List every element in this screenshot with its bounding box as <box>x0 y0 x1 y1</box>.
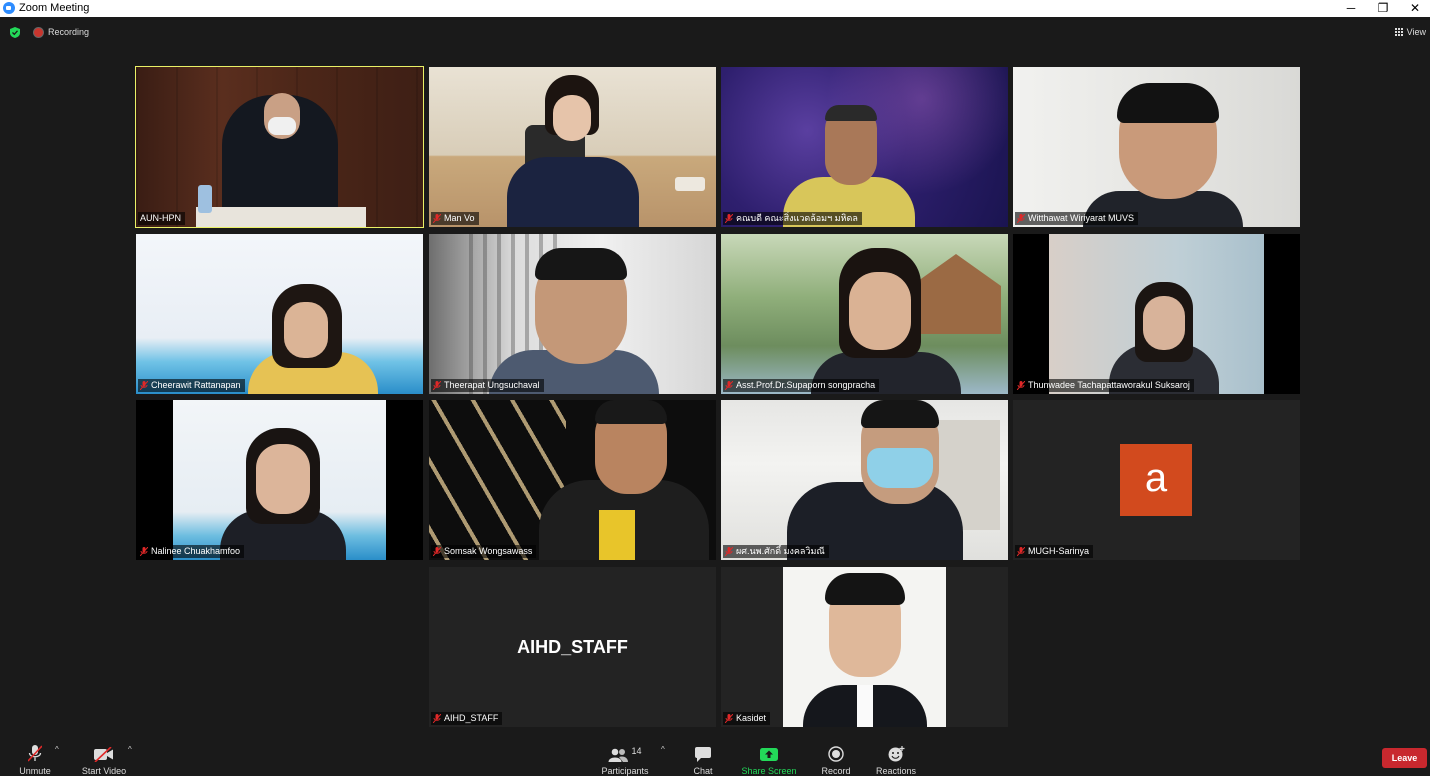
participant-name: Thunwadee Tachapattaworakul Suksaroj <box>1015 379 1194 392</box>
participant-name: Asst.Prof.Dr.Supaporn songpracha <box>723 379 880 392</box>
video-tile[interactable]: ผศ.นพ.ศักดิ์ มงคลวิมณี <box>721 400 1008 560</box>
audio-options-caret-icon[interactable]: ^ <box>55 745 59 754</box>
mic-muted-icon <box>725 547 733 556</box>
mic-muted-icon <box>1017 214 1025 223</box>
record-label: Record <box>821 766 851 776</box>
mic-muted-icon <box>433 714 441 723</box>
participant-avatar: a <box>1120 444 1192 516</box>
participant-name: AIHD_STAFF <box>431 712 503 725</box>
participant-name: Kasidet <box>723 712 771 725</box>
participants-options-caret-icon[interactable]: ^ <box>661 745 665 754</box>
mic-muted-icon <box>725 214 733 223</box>
chat-icon <box>695 747 711 762</box>
video-options-caret-icon[interactable]: ^ <box>128 745 132 754</box>
start-video-button[interactable]: Start Video <box>78 742 130 776</box>
participant-display-name: AIHD_STAFF <box>517 637 628 657</box>
participants-icon <box>608 748 629 762</box>
reactions-smiley-icon <box>888 746 904 762</box>
mic-muted-icon <box>140 547 148 556</box>
mic-muted-icon <box>433 214 441 223</box>
mic-muted-icon <box>433 547 441 556</box>
participants-button[interactable]: 14 Participants <box>598 742 652 776</box>
participant-name: Cheerawit Rattanapan <box>138 379 245 392</box>
reactions-button[interactable]: Reactions <box>874 742 918 776</box>
participant-name: AUN-HPN <box>138 212 186 225</box>
participant-name: Nalinee Chuakhamfoo <box>138 545 245 558</box>
video-tile[interactable]: Witthawat Wiriyarat MUVS <box>1013 67 1300 227</box>
participants-count: 14 <box>631 746 642 756</box>
record-button[interactable]: Record <box>818 742 854 776</box>
grid-view-icon <box>1394 28 1403 36</box>
unmute-button[interactable]: Unmute <box>14 742 56 776</box>
recording-icon <box>34 28 43 37</box>
video-tile[interactable]: Theerapat Ungsuchaval <box>429 234 716 394</box>
record-icon <box>828 746 844 762</box>
microphone-muted-icon <box>28 745 42 762</box>
leave-button[interactable]: Leave <box>1382 748 1427 768</box>
recording-label: Recording <box>48 27 90 37</box>
view-label: View <box>1406 27 1426 37</box>
reactions-label: Reactions <box>875 766 917 776</box>
video-tile[interactable]: Thunwadee Tachapattaworakul Suksaroj <box>1013 234 1300 394</box>
zoom-logo-icon <box>3 2 15 14</box>
start-video-label: Start Video <box>81 766 127 776</box>
video-tile[interactable]: Man Vo <box>429 67 716 227</box>
participants-label: Participants <box>601 766 649 776</box>
video-tile[interactable]: Somsak Wongsawass <box>429 400 716 560</box>
close-button[interactable]: ✕ <box>1400 0 1430 17</box>
window-title-bar: Zoom Meeting ─ ❐ ✕ <box>0 0 1430 17</box>
participant-name: ผศ.นพ.ศักดิ์ มงคลวิมณี <box>723 545 829 558</box>
window-title: Zoom Meeting <box>19 2 90 14</box>
participant-name: Somsak Wongsawass <box>431 545 537 558</box>
mic-muted-icon <box>140 381 148 390</box>
restore-button[interactable]: ❐ <box>1368 0 1398 17</box>
shield-icon[interactable] <box>10 27 20 38</box>
video-camera-off-icon <box>94 747 113 762</box>
video-tile[interactable]: a MUGH-Sarinya <box>1013 400 1300 560</box>
share-screen-label: Share Screen <box>741 766 797 776</box>
mic-muted-icon <box>725 381 733 390</box>
participant-name: คณบดี คณะสิ่งแวดล้อมฯ มหิดล <box>723 212 862 225</box>
video-tile[interactable]: AIHD_STAFF AIHD_STAFF <box>429 567 716 727</box>
share-screen-icon <box>760 748 778 761</box>
minimize-button[interactable]: ─ <box>1336 0 1366 17</box>
view-button[interactable]: View <box>1394 27 1426 37</box>
participant-name: MUGH-Sarinya <box>1015 545 1094 558</box>
mic-muted-icon <box>433 381 441 390</box>
mic-muted-icon <box>1017 381 1025 390</box>
chat-button[interactable]: Chat <box>688 742 718 776</box>
mic-muted-icon <box>725 714 733 723</box>
participant-name: Man Vo <box>431 212 479 225</box>
participant-name: Witthawat Wiriyarat MUVS <box>1015 212 1139 225</box>
share-screen-button[interactable]: Share Screen <box>740 742 798 776</box>
mic-muted-icon <box>1017 547 1025 556</box>
video-tile[interactable]: Nalinee Chuakhamfoo <box>136 400 423 560</box>
video-tile[interactable]: Cheerawit Rattanapan <box>136 234 423 394</box>
video-tile[interactable]: Kasidet <box>721 567 1008 727</box>
unmute-label: Unmute <box>19 766 51 776</box>
participant-name: Theerapat Ungsuchaval <box>431 379 544 392</box>
video-tile[interactable]: AUN-HPN <box>135 66 424 228</box>
chat-label: Chat <box>693 766 713 776</box>
video-tile[interactable]: Asst.Prof.Dr.Supaporn songpracha <box>721 234 1008 394</box>
video-tile[interactable]: คณบดี คณะสิ่งแวดล้อมฯ มหิดล <box>721 67 1008 227</box>
